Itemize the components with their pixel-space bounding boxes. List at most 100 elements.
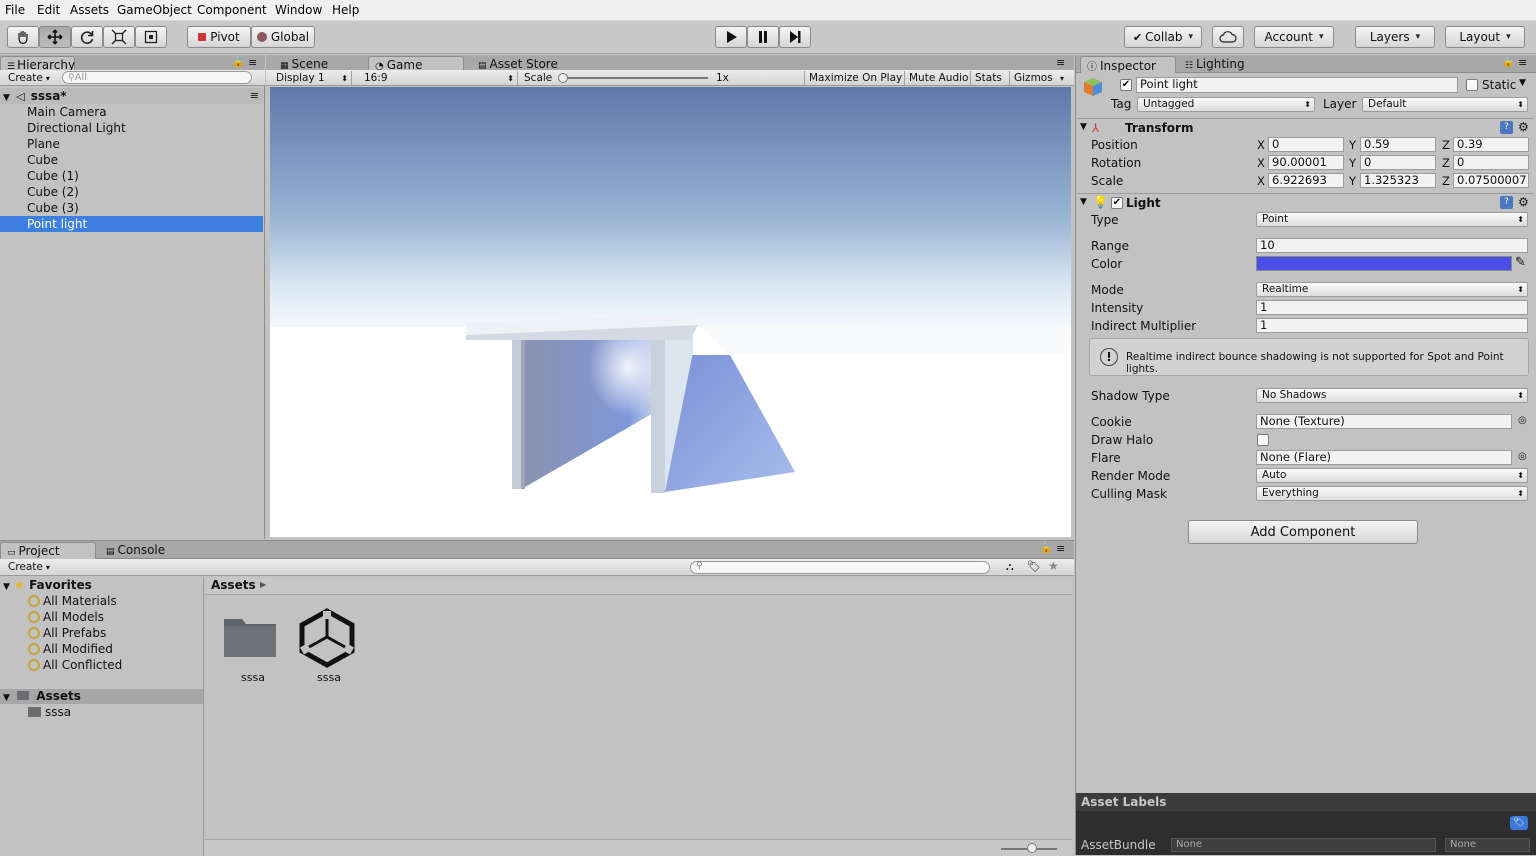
range-field[interactable]: 10 [1256, 238, 1528, 253]
position-y-field[interactable]: 0.59 [1360, 137, 1436, 152]
gizmos-dropdown[interactable]: Gizmos ▾ [1009, 71, 1067, 85]
cloud-button[interactable] [1212, 26, 1244, 48]
assets-tree-header[interactable]: ▼ Assets [0, 689, 203, 704]
layout-dropdown[interactable]: Layout [1445, 26, 1525, 48]
star-icon[interactable]: ★ [1048, 559, 1059, 573]
game-viewport[interactable] [270, 87, 1071, 537]
mode-dropdown[interactable]: Realtime [1256, 282, 1528, 297]
gear-icon[interactable]: ⚙ [1518, 120, 1529, 134]
collab-dropdown[interactable]: ✔ Collab [1124, 26, 1202, 48]
cookie-field[interactable]: None (Texture) [1256, 414, 1512, 429]
breadcrumb[interactable]: Assets [211, 578, 256, 592]
favorite-item[interactable]: All Conflicted [28, 657, 122, 673]
asset-item-scene[interactable]: sssa [296, 607, 362, 687]
menu-window[interactable]: Window [275, 3, 322, 17]
lock-icon[interactable]: 🔒 [1502, 57, 1514, 68]
project-create-button[interactable]: Create ▾ [4, 560, 54, 574]
help-book-icon[interactable]: ? [1500, 196, 1513, 209]
tag-icon[interactable]: 🏷 [1510, 816, 1528, 830]
hierarchy-item[interactable]: Cube (2) [0, 184, 263, 200]
menu-gameobject[interactable]: GameObject [117, 3, 192, 17]
hierarchy-create-button[interactable]: Create ▾ [4, 71, 54, 85]
menu-help[interactable]: Help [332, 3, 359, 17]
gear-icon[interactable]: ⚙ [1518, 195, 1529, 209]
account-dropdown[interactable]: Account [1254, 26, 1334, 48]
tab-project[interactable]: ▭ Project [0, 542, 96, 559]
rotation-z-field[interactable]: 0 [1453, 155, 1529, 170]
flare-field[interactable]: None (Flare) [1256, 450, 1512, 465]
intensity-field[interactable]: 1 [1256, 300, 1528, 315]
menu-edit[interactable]: Edit [37, 3, 60, 17]
object-name-field[interactable]: Point light [1136, 77, 1458, 93]
mute-audio-toggle[interactable]: Mute Audio [904, 71, 972, 85]
favorite-item[interactable]: All Models [28, 609, 104, 625]
rect-tool-button[interactable] [135, 26, 167, 48]
asset-bundle-dropdown[interactable]: None [1171, 838, 1436, 852]
shadow-type-dropdown[interactable]: No Shadows [1256, 388, 1528, 403]
layer-dropdown[interactable]: Default [1362, 97, 1528, 112]
pause-button[interactable] [747, 26, 779, 48]
transform-header[interactable]: ▼ ⅄ Transform ? ⚙ [1077, 118, 1534, 137]
render-mode-dropdown[interactable]: Auto [1256, 468, 1528, 483]
maximize-on-play-toggle[interactable]: Maximize On Play [804, 71, 906, 85]
rotation-x-field[interactable]: 90.00001 [1268, 155, 1344, 170]
hierarchy-item[interactable]: Plane [0, 136, 263, 152]
menu-file[interactable]: File [5, 3, 25, 17]
rotate-tool-button[interactable] [71, 26, 103, 48]
lock-icon[interactable]: 🔒 [1040, 543, 1052, 554]
tab-lighting[interactable]: ☷ Lighting [1179, 56, 1269, 73]
tab-console[interactable]: ▤ Console [100, 542, 190, 559]
scale-y-field[interactable]: 1.325323 [1360, 173, 1436, 188]
favorites-header[interactable]: ▼ ★ Favorites [3, 578, 92, 592]
object-picker-icon[interactable]: ◎ [1518, 415, 1527, 426]
scale-z-field[interactable]: 0.07500007 [1453, 173, 1529, 188]
menu-assets[interactable]: Assets [70, 3, 109, 17]
light-color-swatch[interactable] [1256, 256, 1512, 271]
object-picker-icon[interactable]: ◎ [1518, 451, 1527, 462]
static-dropdown-icon[interactable]: ▼ [1519, 78, 1526, 88]
project-search-input[interactable]: ⚲ [690, 561, 990, 574]
move-tool-button[interactable] [39, 26, 71, 48]
hierarchy-item[interactable]: Cube (3) [0, 200, 263, 216]
position-z-field[interactable]: 0.39 [1453, 137, 1529, 152]
panel-menu-icon[interactable]: ≡ [1056, 542, 1065, 555]
light-header[interactable]: ▼ 💡 ✔ Light ? ⚙ [1077, 193, 1534, 212]
scene-menu-icon[interactable]: ≡ [250, 88, 259, 104]
position-x-field[interactable]: 0 [1268, 137, 1344, 152]
hierarchy-search-input[interactable]: ⚲All [62, 71, 252, 84]
panel-menu-icon[interactable]: ≡ [1056, 56, 1065, 69]
menu-component[interactable]: Component [197, 3, 267, 17]
light-type-dropdown[interactable]: Point [1256, 212, 1528, 227]
filter-label-icon[interactable]: 🏷 [1027, 560, 1041, 573]
tag-dropdown[interactable]: Untagged [1137, 97, 1315, 112]
global-button[interactable]: Global [251, 26, 315, 48]
panel-menu-icon[interactable]: ≡ [1518, 56, 1527, 69]
lock-icon[interactable]: 🔒 [232, 57, 244, 68]
asset-item-folder[interactable]: sssa [220, 611, 286, 687]
stats-toggle[interactable]: Stats [970, 71, 1006, 85]
scene-header[interactable]: ▼ ◁ sssa* ≡ [0, 88, 263, 104]
favorite-item[interactable]: All Prefabs [28, 625, 106, 641]
scale-slider-thumb[interactable] [558, 73, 568, 83]
favorite-item[interactable]: All Materials [28, 593, 117, 609]
culling-mask-dropdown[interactable]: Everything [1256, 486, 1528, 501]
display-dropdown[interactable]: Display 1 ⬍ [272, 71, 352, 85]
static-checkbox[interactable] [1466, 79, 1478, 91]
add-component-button[interactable]: Add Component [1188, 520, 1418, 544]
indirect-multiplier-field[interactable]: 1 [1256, 318, 1528, 333]
hand-tool-button[interactable] [7, 26, 39, 48]
icon-size-slider-thumb[interactable] [1027, 843, 1037, 853]
help-book-icon[interactable]: ? [1500, 121, 1513, 134]
hierarchy-item[interactable]: Main Camera [0, 104, 263, 120]
eyedropper-icon[interactable]: ✎ [1515, 255, 1526, 270]
hierarchy-item[interactable]: Directional Light [0, 120, 263, 136]
hierarchy-item[interactable]: Cube [0, 152, 263, 168]
scale-tool-button[interactable] [103, 26, 135, 48]
active-checkbox[interactable]: ✔ [1120, 79, 1132, 91]
step-button[interactable] [779, 26, 811, 48]
scale-slider-track[interactable] [562, 77, 708, 79]
asset-bundle-variant-dropdown[interactable]: None [1445, 838, 1530, 852]
scale-x-field[interactable]: 6.922693 [1268, 173, 1344, 188]
light-enabled-checkbox[interactable]: ✔ [1111, 197, 1123, 209]
aspect-dropdown[interactable]: 16:9 ⬍ [360, 71, 518, 85]
